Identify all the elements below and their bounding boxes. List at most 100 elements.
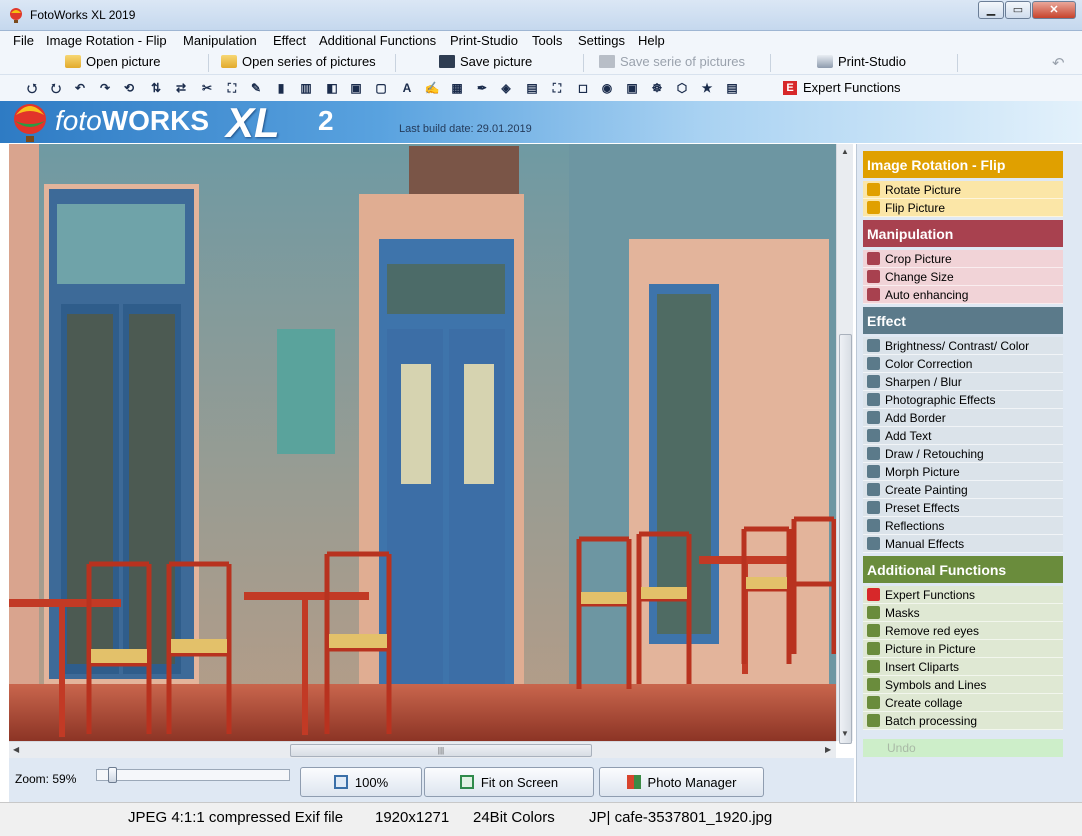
photo-effects-icon[interactable]: ▣ <box>348 80 364 96</box>
zoom-slider-handle[interactable] <box>107 767 117 783</box>
undo-arrow-icon[interactable]: ↶ <box>1052 54 1065 72</box>
menu-print-studio[interactable]: Print-Studio <box>450 33 518 48</box>
horizontal-scroll-thumb[interactable]: ||| <box>290 744 592 757</box>
print-studio-button[interactable]: Print-Studio <box>817 54 906 69</box>
section-header-additional-functions[interactable]: Additional Functions <box>863 556 1063 583</box>
open-series-button[interactable]: Open series of pictures <box>221 54 376 69</box>
panel-item-preset-effects[interactable]: Preset Effects <box>863 499 1063 517</box>
panel-item-change-size[interactable]: Change Size <box>863 268 1063 286</box>
menu-settings[interactable]: Settings <box>578 33 625 48</box>
panel-item-add-border[interactable]: Add Border <box>863 409 1063 427</box>
panel-item-insert-cliparts[interactable]: Insert Cliparts <box>863 658 1063 676</box>
draw-icon[interactable]: ✍ <box>424 80 440 96</box>
flip-horizontal-icon[interactable]: ⇄ <box>173 80 189 96</box>
auto-enhance-icon[interactable]: ✎ <box>248 80 264 96</box>
open-picture-button[interactable]: Open picture <box>65 54 160 69</box>
rotate-ccw-icon[interactable]: ↶ <box>72 80 88 96</box>
horizontal-scrollbar[interactable]: ◀ ||| ▶ <box>9 741 836 758</box>
panel-item-add-text[interactable]: Add Text <box>863 427 1063 445</box>
panel-item-label: Auto enhancing <box>885 287 969 302</box>
scroll-down-icon[interactable]: ▼ <box>841 729 849 738</box>
rotate-left-icon[interactable]: ⭯ <box>24 80 40 96</box>
zoom-100-button[interactable]: 100% <box>300 767 422 797</box>
collage-icon[interactable]: ★ <box>699 80 715 96</box>
resize-icon[interactable]: ⛶ <box>224 80 240 96</box>
panel-item-photographic-effects[interactable]: Photographic Effects <box>863 391 1063 409</box>
vertical-scroll-thumb[interactable] <box>839 334 852 744</box>
zoom-label: Zoom: 59% <box>15 772 77 786</box>
undo-button[interactable]: Undo <box>863 739 1063 757</box>
menu-additional-functions[interactable]: Additional Functions <box>319 33 436 48</box>
expert-functions-button[interactable]: E Expert Functions <box>783 80 901 95</box>
save-serie-button[interactable]: Save serie of pictures <box>599 54 745 69</box>
photo-manager-button[interactable]: Photo Manager <box>599 767 764 797</box>
morph-icon[interactable]: ▦ <box>449 80 465 96</box>
painting-icon[interactable]: ✒ <box>474 80 490 96</box>
zoom-100-label: 100% <box>354 774 389 790</box>
panel-item-manual-effects[interactable]: Manual Effects <box>863 535 1063 553</box>
panel-item-label: Add Border <box>885 410 946 425</box>
picture-in-picture-icon[interactable]: ▣ <box>624 80 640 96</box>
panel-item-crop-picture[interactable]: Crop Picture <box>863 250 1063 268</box>
panel-item-expert-functions[interactable]: Expert Functions <box>863 586 1063 604</box>
border-icon[interactable]: ▢ <box>373 80 389 96</box>
section-header-manipulation[interactable]: Manipulation <box>863 220 1063 247</box>
symbols-icon[interactable]: ⬡ <box>674 80 690 96</box>
red-eye-icon[interactable]: ◉ <box>599 80 615 96</box>
save-picture-button[interactable]: Save picture <box>439 54 532 69</box>
menu-file[interactable]: File <box>13 33 34 48</box>
scroll-up-icon[interactable]: ▲ <box>841 147 849 156</box>
section-header-image-rotation-flip[interactable]: Image Rotation - Flip <box>863 151 1063 178</box>
section-header-effect[interactable]: Effect <box>863 307 1063 334</box>
fit-on-screen-button[interactable]: Fit on Screen <box>424 767 594 797</box>
panel-item-batch-processing[interactable]: Batch processing <box>863 712 1063 730</box>
image-canvas[interactable] <box>9 144 836 741</box>
panel-item-label: Draw / Retouching <box>885 446 984 461</box>
zoom-slider-track[interactable] <box>96 769 290 781</box>
text-icon[interactable]: A <box>399 80 415 96</box>
panel-item-draw-retouching[interactable]: Draw / Retouching <box>863 445 1063 463</box>
batch-icon[interactable]: ▤ <box>724 80 740 96</box>
reflections-icon[interactable]: ▤ <box>524 80 540 96</box>
panel-item-masks[interactable]: Masks <box>863 604 1063 622</box>
panel-item-color-correction[interactable]: Color Correction <box>863 355 1063 373</box>
panel-item-morph-picture[interactable]: Morph Picture <box>863 463 1063 481</box>
menu-help[interactable]: Help <box>638 33 665 48</box>
panel-item-reflections[interactable]: Reflections <box>863 517 1063 535</box>
panel-item-remove-red-eyes[interactable]: Remove red eyes <box>863 622 1063 640</box>
panel-item-label: Manual Effects <box>885 536 965 551</box>
menu-effect[interactable]: Effect <box>273 33 306 48</box>
panel-item-rotate-picture[interactable]: Rotate Picture <box>863 181 1063 199</box>
preset-effects-icon[interactable]: ◈ <box>498 80 514 96</box>
panel-item-picture-in-picture[interactable]: Picture in Picture <box>863 640 1063 658</box>
menu-image-rotation[interactable]: Image Rotation - Flip <box>46 33 167 48</box>
scroll-right-icon[interactable]: ▶ <box>825 745 831 754</box>
toolbar-separator <box>208 54 209 72</box>
panel-item-auto-enhancing[interactable]: Auto enhancing <box>863 286 1063 304</box>
flip-vertical-icon[interactable]: ⇅ <box>148 80 164 96</box>
panel-item-brightness-contrast-color[interactable]: Brightness/ Contrast/ Color <box>863 337 1063 355</box>
close-button[interactable]: ✕ <box>1032 1 1076 19</box>
color-correction-icon[interactable]: ▥ <box>298 80 314 96</box>
masks-icon[interactable]: ◻ <box>575 80 591 96</box>
rotate-cw-icon[interactable]: ↷ <box>97 80 113 96</box>
panel-item-flip-picture[interactable]: Flip Picture <box>863 199 1063 217</box>
panel-item-create-collage[interactable]: Create collage <box>863 694 1063 712</box>
panel-item-create-painting[interactable]: Create Painting <box>863 481 1063 499</box>
brightness-icon[interactable]: ▮ <box>273 80 289 96</box>
menu-tools[interactable]: Tools <box>532 33 562 48</box>
maximize-button[interactable]: ▭ <box>1005 1 1031 19</box>
scroll-left-icon[interactable]: ◀ <box>13 745 19 754</box>
menu-manipulation[interactable]: Manipulation <box>183 33 257 48</box>
sharpen-icon[interactable]: ◧ <box>324 80 340 96</box>
vertical-scrollbar[interactable]: ▲ ▼ <box>836 144 853 744</box>
open-series-label: Open series of pictures <box>242 54 376 69</box>
rotate-right-icon[interactable]: ⭮ <box>48 80 64 96</box>
manual-effects-icon[interactable]: ⛶ <box>549 80 565 96</box>
cliparts-icon[interactable]: ☸ <box>649 80 665 96</box>
panel-item-symbols-and-lines[interactable]: Symbols and Lines <box>863 676 1063 694</box>
rotate-90-icon[interactable]: ⟲ <box>121 80 137 96</box>
panel-item-sharpen-blur[interactable]: Sharpen / Blur <box>863 373 1063 391</box>
crop-icon[interactable]: ✂ <box>199 80 215 96</box>
minimize-button[interactable]: ▁ <box>978 1 1004 19</box>
